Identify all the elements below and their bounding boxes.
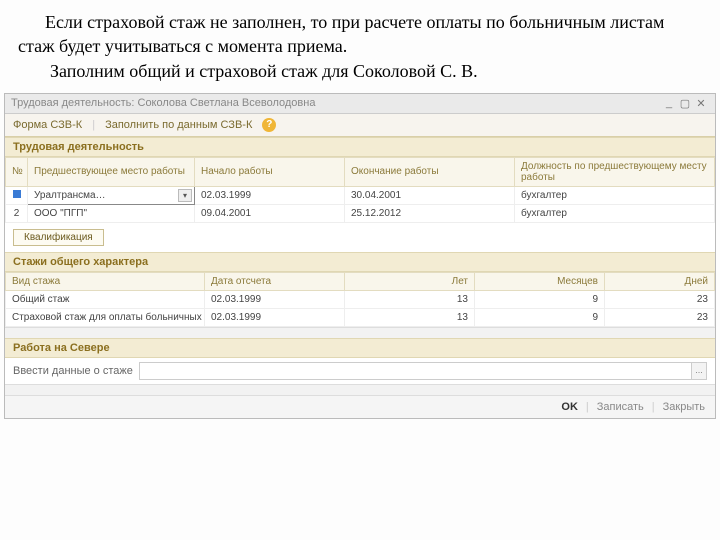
col-num: № — [6, 157, 28, 186]
close-footer-button[interactable]: Закрыть — [663, 401, 705, 413]
scrollbar-stub[interactable] — [5, 384, 715, 395]
row-marker-icon — [13, 190, 21, 198]
help-icon[interactable]: ? — [262, 118, 276, 132]
col-date: Дата отсчета — [205, 272, 345, 290]
north-input[interactable]: … — [139, 362, 707, 380]
app-window: Трудовая деятельность: Соколова Светлана… — [4, 93, 716, 419]
table-row[interactable]: Страховой стаж для оплаты больничных лис… — [6, 308, 715, 326]
col-start: Начало работы — [195, 157, 345, 186]
window-titlebar: Трудовая деятельность: Соколова Светлана… — [5, 94, 715, 114]
col-position: Должность по предшествующему месту работ… — [515, 157, 715, 186]
col-prev-place: Предшествующее место работы — [28, 157, 195, 186]
section-work-activity: Трудовая деятельность — [5, 137, 715, 157]
save-button[interactable]: Записать — [597, 401, 644, 413]
dialog-footer: OK | Записать | Закрыть — [5, 395, 715, 418]
window-title: Трудовая деятельность: Соколова Светлана… — [11, 97, 315, 109]
col-months: Месяцев — [475, 272, 605, 290]
table-row[interactable]: 2 ООО "ПГП" 09.04.2001 25.12.2012 бухгал… — [6, 204, 715, 222]
restore-button[interactable]: ▢ — [677, 97, 693, 110]
table-row[interactable]: Уралтрансма… ▾ 02.03.1999 30.04.2001 бух… — [6, 186, 715, 204]
intro-text: Если страховой стаж не заполнен, то при … — [0, 0, 720, 89]
work-table: № Предшествующее место работы Начало раб… — [5, 157, 715, 223]
org-cell-active[interactable]: Уралтрансма… ▾ — [28, 186, 195, 204]
toolbar: Форма СЗВ-К | Заполнить по данным СЗВ-К … — [5, 114, 715, 137]
table-row[interactable]: Общий стаж 02.03.1999 13 9 23 — [6, 290, 715, 308]
close-button[interactable]: ✕ — [693, 97, 709, 110]
col-years: Лет — [345, 272, 475, 290]
dropdown-icon[interactable]: … — [691, 363, 706, 379]
north-label: Ввести данные о стаже — [13, 365, 133, 377]
scrollbar-stub[interactable] — [5, 327, 715, 338]
form-szvk-button[interactable]: Форма СЗВ-К — [13, 119, 82, 131]
fill-szvk-button[interactable]: Заполнить по данным СЗВ-К — [105, 119, 252, 131]
dropdown-icon[interactable]: ▾ — [178, 189, 192, 202]
seniority-table: Вид стажа Дата отсчета Лет Месяцев Дней … — [5, 272, 715, 327]
qualification-button[interactable]: Квалификация — [13, 229, 104, 246]
section-general-seniority: Стажи общего характера — [5, 252, 715, 272]
minimize-button[interactable]: _ — [661, 97, 677, 109]
col-type: Вид стажа — [6, 272, 205, 290]
col-days: Дней — [605, 272, 715, 290]
ok-button[interactable]: OK — [561, 401, 578, 413]
col-end: Окончание работы — [345, 157, 515, 186]
section-north-work: Работа на Севере — [5, 338, 715, 358]
